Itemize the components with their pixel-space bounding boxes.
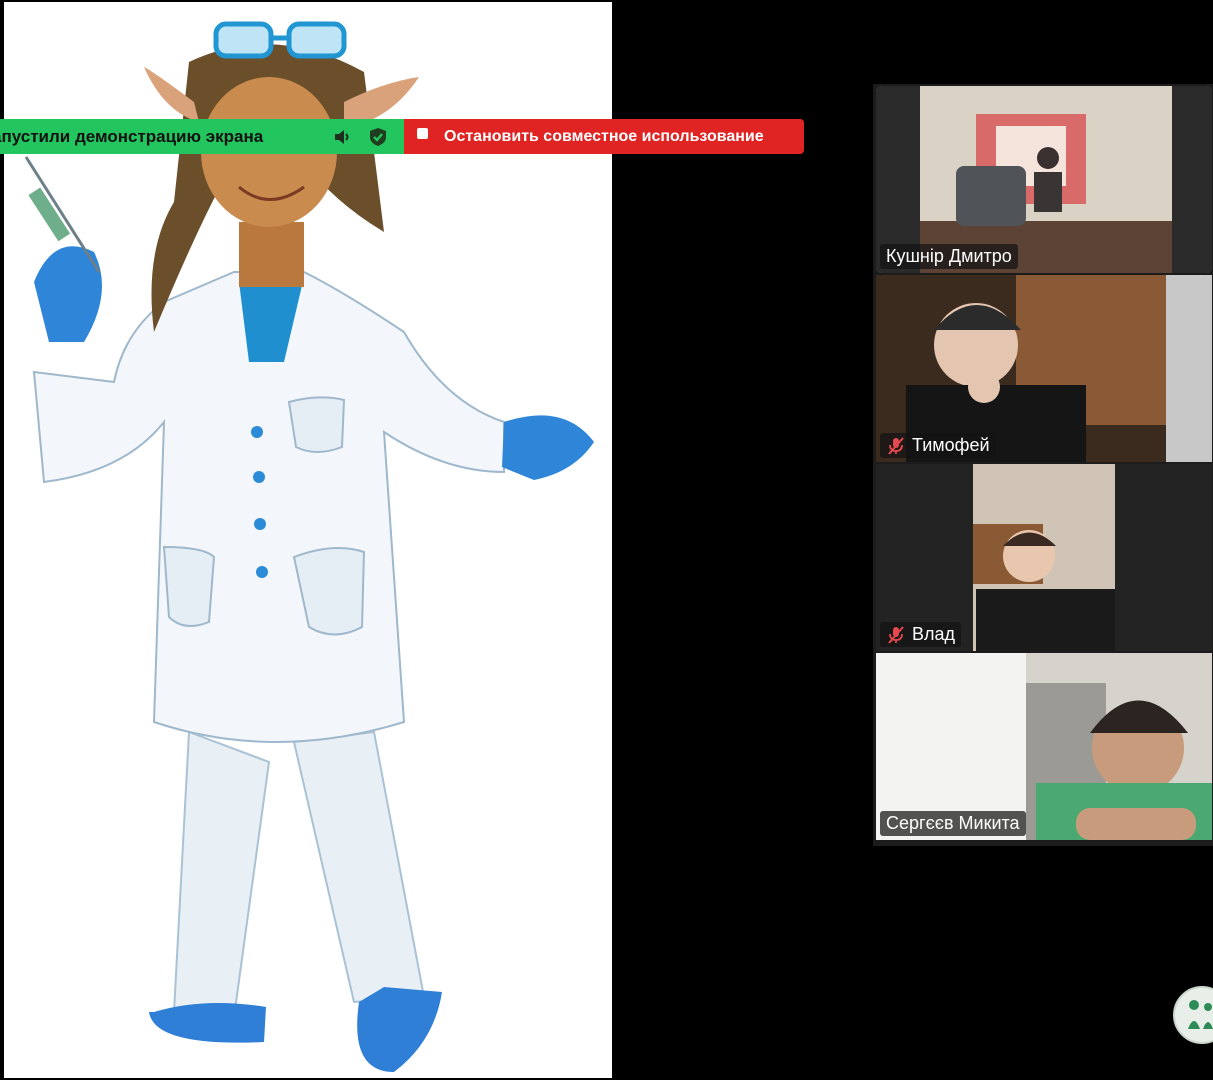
participant-name: Сергєєв Микита (886, 813, 1020, 833)
participant-name: Влад (912, 624, 956, 644)
participant-tile[interactable]: Сергєєв Микита (876, 653, 1212, 840)
participant-name: Кушнір Дмитро (886, 246, 1012, 266)
shared-screen (4, 2, 612, 1078)
family-logo-icon (1173, 986, 1213, 1044)
doctor-goat-illustration (24, 21, 594, 1072)
participant-tile[interactable]: Тимофей (876, 275, 1212, 462)
participant-tile[interactable]: Влад (876, 464, 1212, 651)
stop-share-button[interactable]: Остановить совместное использование (404, 119, 804, 154)
share-status-banner: апустили демонстрацию экрана (0, 119, 404, 154)
participant-name-tag: Сергєєв Микита (880, 811, 1026, 836)
muted-mic-icon (888, 436, 904, 455)
participant-name-tag: Тимофей (880, 433, 996, 458)
participant-name-tag: Кушнір Дмитро (880, 244, 1018, 269)
shield-check-icon[interactable] (368, 127, 388, 147)
stop-square-icon (417, 128, 428, 139)
participant-name-tag: Влад (880, 622, 962, 647)
share-toolbar: апустили демонстрацию экрана Остановить … (0, 119, 804, 154)
participant-tile[interactable]: Кушнір Дмитро (876, 86, 1212, 273)
stop-share-label: Остановить совместное использование (444, 127, 764, 145)
muted-mic-icon (888, 625, 904, 644)
share-status-text: апустили демонстрацию экрана (0, 126, 264, 146)
speaker-icon[interactable] (332, 127, 352, 147)
participant-name: Тимофей (912, 435, 990, 455)
participant-gallery: Кушнір Дмитро Тимофей Влад Сергєєв Микит… (873, 84, 1213, 846)
